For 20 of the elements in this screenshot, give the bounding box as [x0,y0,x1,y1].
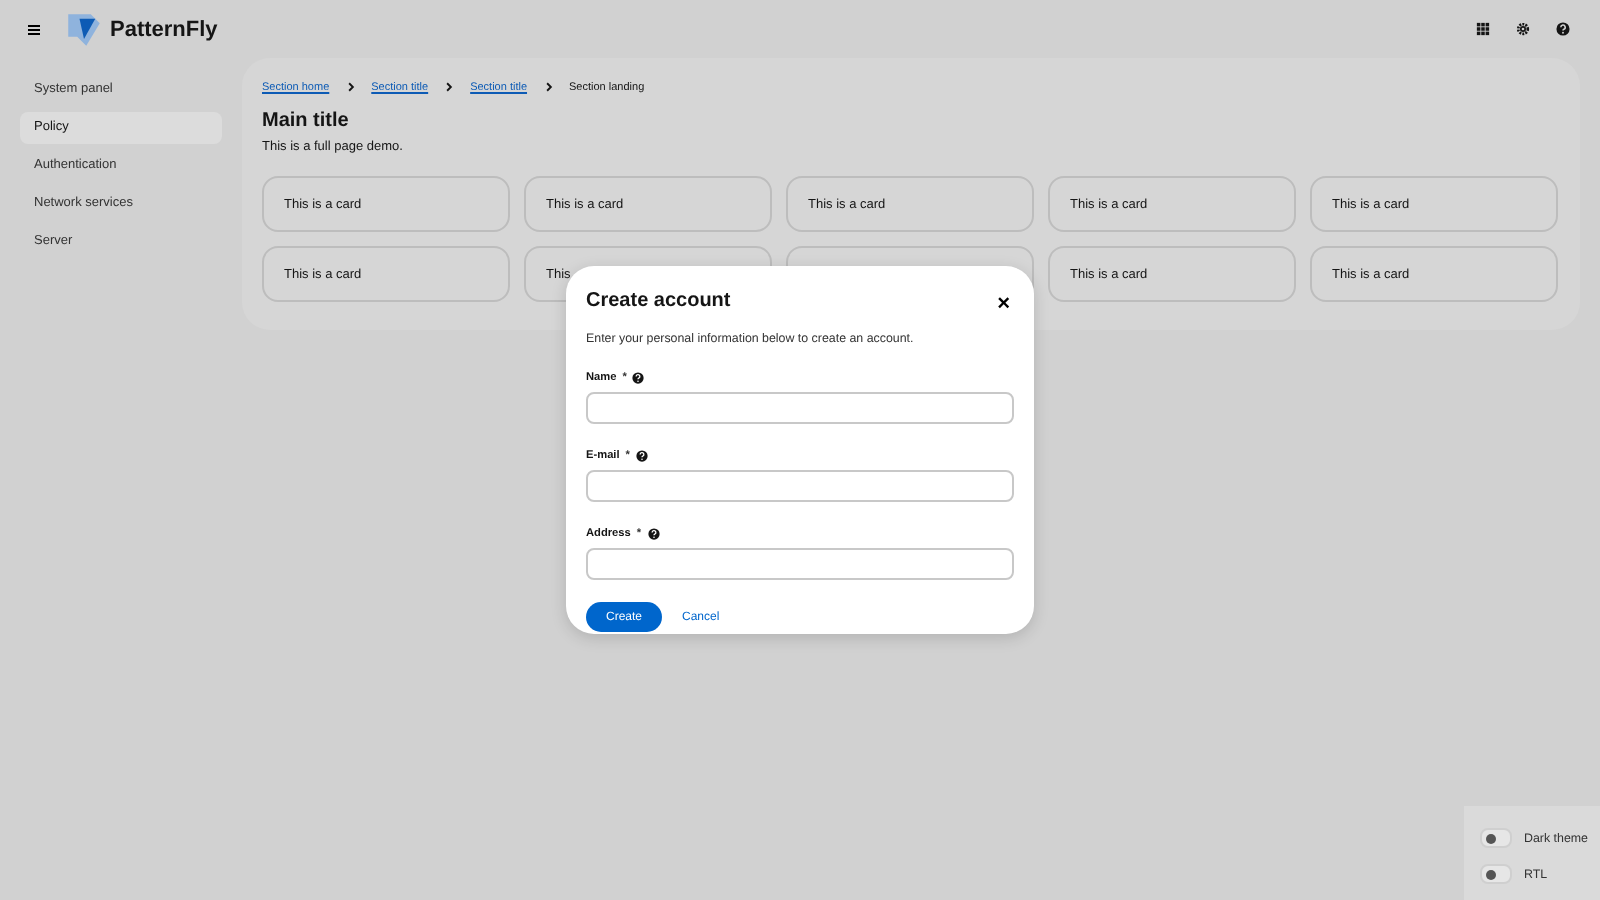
close-button[interactable]: × [993,294,1014,316]
menu-icon[interactable] [26,21,42,37]
help-icon[interactable] [647,528,660,540]
settings-icon[interactable] [1516,22,1530,36]
help-icon[interactable] [632,372,645,384]
chevron-icon [543,82,554,92]
toggle-switch[interactable] [1480,864,1512,884]
help-icon[interactable] [635,450,648,462]
input-field[interactable] [586,548,1014,580]
help-icon[interactable] [1556,22,1570,36]
grid-icon[interactable] [1476,22,1490,36]
input-field[interactable] [586,470,1014,502]
toggle-switch[interactable] [1480,828,1512,848]
logo-icon [66,11,102,47]
input-field[interactable] [586,392,1014,424]
modal-title: Create account [586,290,731,312]
page-title: Main title [262,110,351,132]
chevron-icon [345,82,356,92]
logo-text[interactable]: PatternFly [110,17,218,41]
chevron-icon [444,82,455,92]
